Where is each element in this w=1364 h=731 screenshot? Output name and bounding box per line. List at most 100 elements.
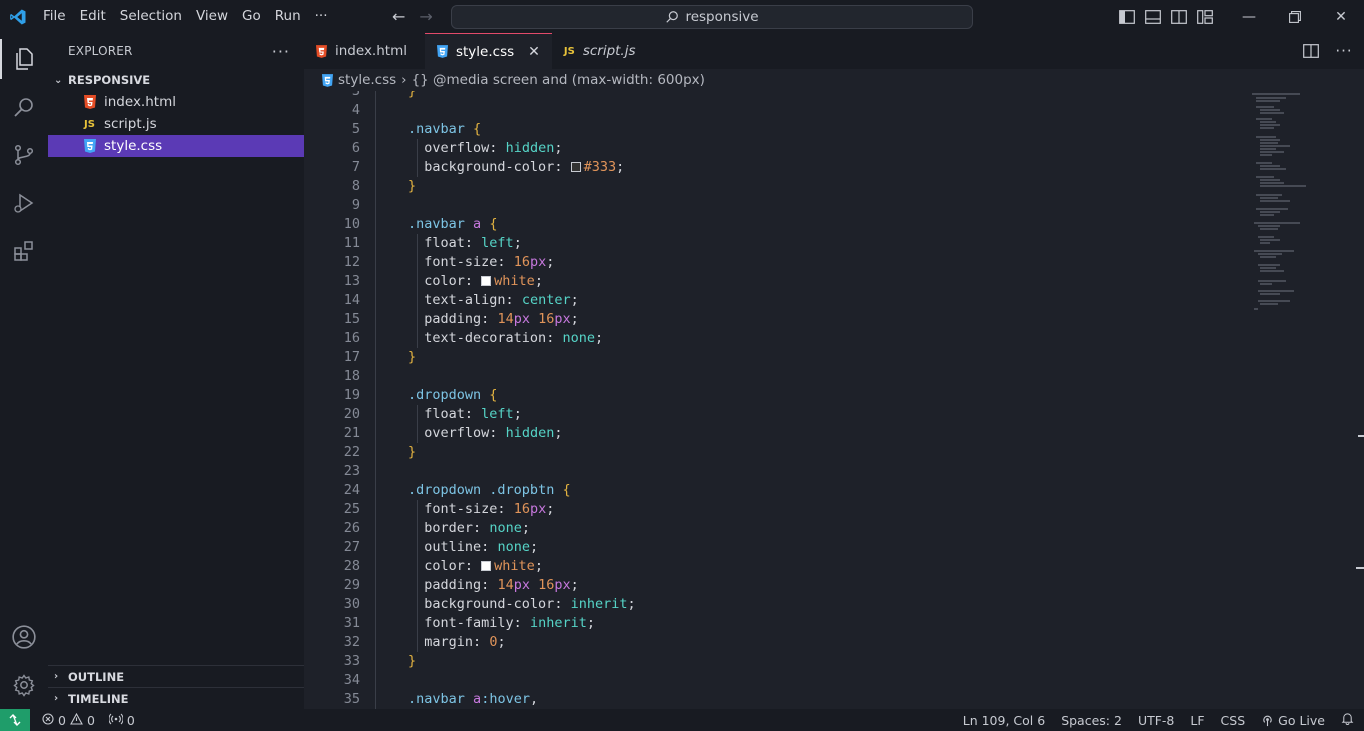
menu-view[interactable]: View (189, 0, 235, 33)
toggle-secondary-sidebar-icon[interactable] (1166, 0, 1192, 33)
timeline-label: TIMELINE (68, 691, 129, 706)
settings-gear-icon[interactable] (0, 661, 48, 709)
folder-responsive[interactable]: ⌄ RESPONSIVE (48, 69, 304, 91)
scrollbar-marker (1358, 435, 1364, 437)
color-swatch[interactable] (481, 561, 492, 571)
more-actions-icon[interactable]: ··· (1324, 35, 1364, 68)
code-line: overflow: hidden; (424, 425, 563, 441)
chevron-right-icon: › (54, 693, 59, 704)
code-line: outline: none; (424, 539, 539, 555)
color-swatch[interactable] (481, 276, 492, 286)
notifications-bell-icon[interactable] (1341, 712, 1354, 728)
line-number: 30 (343, 596, 360, 612)
minimap[interactable] (1250, 91, 1350, 321)
more-actions-icon[interactable]: ··· (272, 42, 290, 61)
go-live-button[interactable]: Go Live (1261, 713, 1325, 728)
code-line: background-color: #333; (424, 159, 625, 175)
breadcrumb-file[interactable]: style.css (338, 72, 396, 88)
minimize-icon[interactable]: — (1226, 0, 1272, 33)
breadcrumb-symbol[interactable]: {} @media screen and (max-width: 600px) (412, 72, 705, 88)
explorer-icon[interactable] (0, 35, 48, 83)
menu-selection[interactable]: Selection (113, 0, 189, 33)
indent-guide (375, 91, 376, 709)
ports-icon[interactable] (108, 713, 124, 728)
accounts-icon[interactable] (0, 613, 48, 661)
split-editor-icon[interactable] (1298, 35, 1324, 68)
cursor-position[interactable]: Ln 109, Col 6 (963, 713, 1045, 728)
code-line: color: white; (424, 558, 543, 574)
line-number: 35 (343, 691, 360, 707)
warnings-count[interactable]: 0 (87, 713, 95, 728)
code-line: margin: 0; (424, 634, 506, 650)
activity-bar (0, 33, 48, 709)
line-number: 9 (351, 197, 360, 213)
warnings-icon[interactable] (70, 712, 83, 728)
errors-count[interactable]: 0 (58, 713, 66, 728)
back-arrow-icon[interactable]: ← (392, 7, 405, 26)
run-debug-icon[interactable] (0, 179, 48, 227)
forward-arrow-icon[interactable]: → (419, 7, 432, 26)
tab-index-html[interactable]: index.html (304, 33, 419, 69)
tab-script-js[interactable]: JS script.js (552, 33, 648, 69)
ports-count[interactable]: 0 (127, 713, 135, 728)
css-file-icon (84, 139, 104, 153)
line-number: 3 (351, 91, 360, 99)
errors-icon[interactable] (42, 712, 54, 728)
file-style-css[interactable]: style.css (48, 135, 304, 157)
line-number: 11 (343, 235, 360, 251)
menu-more[interactable]: ··· (308, 0, 335, 33)
remote-indicator-icon[interactable] (0, 709, 30, 731)
end-of-line[interactable]: LF (1190, 713, 1204, 728)
customize-layout-icon[interactable] (1192, 0, 1218, 33)
code-line: } (408, 178, 417, 194)
indentation[interactable]: Spaces: 2 (1061, 713, 1122, 728)
line-number: 12 (343, 254, 360, 270)
outline-label: OUTLINE (68, 669, 125, 684)
language-mode[interactable]: CSS (1221, 713, 1246, 728)
close-tab-icon[interactable]: ✕ (528, 44, 540, 60)
close-window-icon[interactable]: ✕ (1318, 0, 1364, 33)
code-line: text-decoration: none; (424, 330, 604, 346)
tab-label: style.css (455, 43, 515, 60)
chevron-right-icon: › (401, 72, 407, 88)
file-index-html[interactable]: index.html (48, 91, 304, 113)
file-label: script.js (104, 116, 157, 132)
code-line: .dropdown { (408, 387, 498, 403)
file-label: style.css (104, 138, 163, 154)
restore-icon[interactable] (1272, 0, 1318, 33)
go-live-label: Go Live (1278, 712, 1325, 728)
line-number: 4 (351, 102, 360, 118)
code-line: font-size: 16px; (424, 501, 555, 517)
search-icon[interactable] (0, 83, 48, 131)
code-editor[interactable]: 3 4 5 6 7 8 9 10 11 12 13 14 15 16 17 18 19 20 21 22 23 24 25 2… (304, 91, 1364, 709)
command-center-search[interactable]: responsive (451, 5, 973, 29)
color-swatch[interactable] (570, 162, 581, 172)
menu-file[interactable]: File (36, 0, 73, 33)
html-file-icon (84, 95, 104, 109)
encoding[interactable]: UTF-8 (1138, 713, 1174, 728)
code-line: color: white; (424, 273, 543, 289)
outline-section[interactable]: › OUTLINE (48, 665, 304, 687)
timeline-section[interactable]: › TIMELINE (48, 687, 304, 709)
toggle-panel-icon[interactable] (1140, 0, 1166, 33)
extensions-icon[interactable] (0, 227, 48, 275)
menu-edit[interactable]: Edit (73, 0, 113, 33)
line-number: 18 (343, 368, 360, 384)
file-script-js[interactable]: JS script.js (48, 113, 304, 135)
line-number: 20 (343, 406, 360, 422)
menu-go[interactable]: Go (235, 0, 268, 33)
line-number: 33 (343, 653, 360, 669)
line-number: 7 (351, 159, 360, 175)
menu-run[interactable]: Run (268, 0, 308, 33)
code-line: } (408, 349, 417, 365)
source-control-icon[interactable] (0, 131, 48, 179)
search-icon (666, 11, 679, 23)
line-number: 5 (351, 121, 360, 137)
tab-style-css[interactable]: style.css ✕ (424, 33, 552, 69)
js-file-icon: JS (563, 45, 575, 57)
toggle-primary-sidebar-icon[interactable] (1114, 0, 1140, 33)
